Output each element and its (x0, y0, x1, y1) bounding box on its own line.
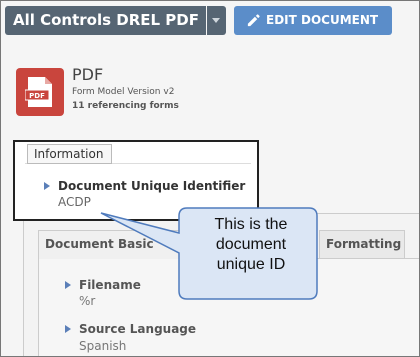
callout-text: This is the document unique ID (183, 215, 319, 275)
callout-line: document (215, 236, 287, 253)
callout-balloon (100, 207, 318, 300)
screenshot-frame: All Controls DREL PDF EDIT DOCUMENT PDF … (0, 0, 420, 357)
callout-line: unique ID (216, 256, 286, 273)
callout-line: This is the (214, 216, 288, 233)
